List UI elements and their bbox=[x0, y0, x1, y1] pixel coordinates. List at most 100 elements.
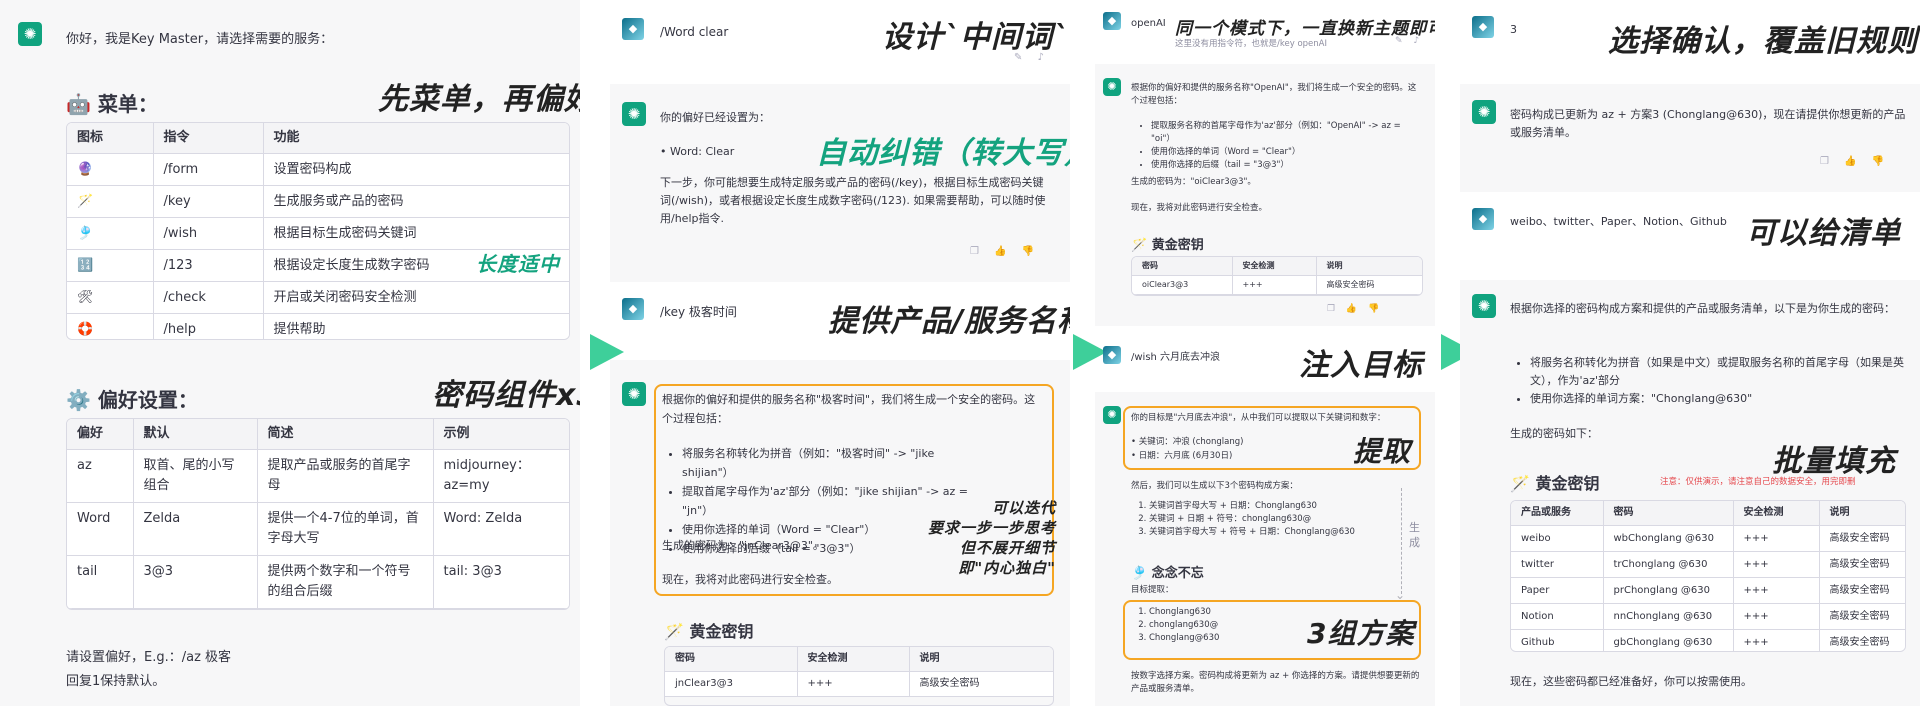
bot-wish-plans-intro: 然后，我们可以生成以下3个密码构成方案： bbox=[1131, 481, 1298, 491]
menu-icon-cell: 🔮 bbox=[67, 153, 154, 186]
menu-command-cell: /form bbox=[153, 153, 264, 186]
wand-icon: 🪄 bbox=[1510, 474, 1530, 493]
chatgpt-logo-icon: ✺ bbox=[1103, 78, 1121, 96]
bot-wish-keyword: • 关键词：冲浪 (chonglang) bbox=[1131, 437, 1244, 447]
gold-col-pass: 密码 bbox=[1603, 501, 1734, 526]
table-row: Notion nnChonglang @630 +++ 高级安全密码 bbox=[1511, 603, 1905, 630]
gold-col-check: 安全检测 bbox=[1232, 257, 1317, 276]
bot2-intro: 根据你的偏好和提供的服务名称"极客时间"，我们将生成一个安全的密码。这个过程包括… bbox=[662, 393, 1036, 425]
bot-batch-steps: 将服务名称转化为拼音（如果是中文）或提取服务名称的首尾字母（如果是英文），作为'… bbox=[1512, 354, 1906, 408]
bot-wish-choose: 按数字选择方案。密码构成将更新为 az + 你选择的方案。请提供想要更新的产品或… bbox=[1131, 671, 1420, 694]
panel-menu: ✺ 你好，我是Key Master，请选择需要的服务： 🤖 菜单： 先菜单，再偏… bbox=[0, 0, 580, 706]
pref-col-desc: 简述 bbox=[257, 419, 434, 450]
gold-col-pass: 密码 bbox=[665, 647, 798, 672]
list-item: Chonglang630 bbox=[1149, 606, 1333, 619]
pref-cell: 提供一个4-7位的单词，首字母大写 bbox=[257, 502, 434, 556]
edit-icon[interactable]: ✎ ♪ bbox=[1014, 52, 1050, 63]
note-no-command: 这里没有用指令符，也就是/key openAI bbox=[1175, 39, 1327, 49]
gold-col-service: 产品或服务 bbox=[1511, 501, 1604, 526]
chatgpt-logo-icon: ✺ bbox=[1472, 294, 1496, 318]
table-row: tail 3@3 提供两个数字和一个符号的组合后缀 tail: 3@3 bbox=[67, 555, 569, 609]
list-item: 提取服务名称的首尾字母作为'az'部分（例如："OpenAI" -> az = … bbox=[1151, 120, 1423, 146]
list-item: 使用你选择的后缀（tail = "3@3"） bbox=[1151, 159, 1423, 172]
gold-title: 黄金密钥 bbox=[689, 622, 754, 641]
caption-list: 可以给清单 bbox=[1746, 216, 1901, 251]
caption-iter-1: 可以迭代 bbox=[991, 499, 1056, 517]
gold-title: 黄金密钥 bbox=[1151, 238, 1204, 253]
user-avatar: ◆ bbox=[1472, 208, 1494, 230]
feedback-icons[interactable]: ❐ 👍 👎 bbox=[1327, 304, 1383, 314]
list-item: 使用你选择的单词方案："Chonglang@630" bbox=[1530, 390, 1906, 408]
memo-title: 念念不忘 bbox=[1151, 566, 1204, 581]
menu-function-cell: 根据目标生成密码关键词 bbox=[263, 217, 569, 250]
bot-openai-intro: 根据你的偏好和提供的服务名称"OpenAI"，我们将生成一个安全的密码。这个过程… bbox=[1131, 83, 1417, 106]
edit-icon[interactable]: ✎ ♪ bbox=[1395, 36, 1423, 46]
gold-cell: 高级安全密码 bbox=[1819, 577, 1905, 604]
gold-cell: 高级安全密码 bbox=[909, 671, 1053, 697]
menu-icon-cell: 🎐 bbox=[67, 217, 154, 250]
keyword-value: 关键词：冲浪 (chonglang) bbox=[1138, 437, 1244, 447]
pref-cell: midjourney：az=my bbox=[433, 449, 569, 503]
table-row: az 取首、尾的小写组合 提取产品或服务的首尾字母 midjourney：az=my bbox=[67, 449, 569, 503]
gold-cell: Notion bbox=[1511, 603, 1604, 630]
user-message-wish: /wish 六月底去冲浪 bbox=[1131, 352, 1221, 363]
bot-openai-steps: 提取服务名称的首尾字母作为'az'部分（例如："OpenAI" -> az = … bbox=[1133, 120, 1423, 172]
gold-cell: +++ bbox=[1733, 525, 1820, 552]
list-item: 将服务名称转化为拼音（如果是中文）或提取服务名称的首尾字母（如果是英文），作为'… bbox=[1530, 354, 1906, 390]
gold-cell: oiClear3@3 bbox=[1132, 275, 1233, 295]
bot1-next: 下一步，你可能想要生成特定服务或产品的密码(/key)，根据目标生成密码关键词(… bbox=[660, 176, 1046, 225]
list-item: 使用你选择的单词（Word = "Clear"） bbox=[1151, 146, 1423, 159]
gold-cell: nnChonglang @630 bbox=[1603, 603, 1734, 630]
gold-heading: 🪄 黄金密钥 bbox=[664, 618, 754, 642]
user-avatar: ◆ bbox=[622, 18, 644, 40]
pref-title: 偏好设置： bbox=[97, 388, 198, 412]
caption-design-word: 设计`中间词` bbox=[882, 20, 1069, 55]
gold-cell: +++ bbox=[1733, 629, 1820, 651]
list-item: Chonglang@630 bbox=[1149, 632, 1333, 645]
wind-chime-icon: 🎐 bbox=[1131, 566, 1148, 581]
pref-col-default: 默认 bbox=[133, 419, 258, 450]
bot-update-msg: 密码构成已更新为 az + 方案3 (Chonglang@630)，现在请提供你… bbox=[1510, 108, 1906, 139]
menu-icon-cell: 🔢 bbox=[67, 249, 154, 282]
caption-three-plans: 3组方案 bbox=[1307, 617, 1415, 650]
gold-col-desc: 说明 bbox=[1819, 501, 1905, 526]
feedback-icons[interactable]: ❐ 👍 👎 bbox=[970, 246, 1040, 257]
gold-table: 密码 安全检测 说明 oiClear3@3 +++ 高级安全密码 bbox=[1131, 256, 1423, 296]
menu-col-function: 功能 bbox=[263, 123, 569, 154]
user-message-2: /key 极客时间 bbox=[660, 305, 737, 319]
menu-command-cell: /help bbox=[153, 313, 264, 339]
pref-col-example: 示例 bbox=[433, 419, 569, 450]
bot-wish-date: • 日期：六月底 (6月30日) bbox=[1131, 451, 1233, 461]
chatgpt-logo-icon: ✺ bbox=[18, 22, 42, 46]
user-message-choice: 3 bbox=[1510, 23, 1517, 36]
caption-iter-4: 即"内心独白" bbox=[958, 559, 1056, 577]
gold-cell: 高级安全密码 bbox=[1316, 275, 1422, 295]
pref-cell: Word bbox=[67, 502, 134, 556]
menu-command-cell: /wish bbox=[153, 217, 264, 250]
menu-function-cell: 生成服务或产品的密码 bbox=[263, 185, 569, 218]
pref-cell: Word: Zelda bbox=[433, 502, 569, 556]
user-avatar: ◆ bbox=[1472, 16, 1494, 38]
table-row: Paper prChonglang @630 +++ 高级安全密码 bbox=[1511, 577, 1905, 604]
feedback-icons[interactable]: ❐ 👍 👎 bbox=[1820, 156, 1890, 167]
wand-icon: 🪄 bbox=[1131, 238, 1148, 253]
gold-cell: +++ bbox=[1733, 551, 1820, 578]
pref-cell: tail: 3@3 bbox=[433, 555, 569, 609]
table-row: Github gbChonglang @630 +++ 高级安全密码 bbox=[1511, 629, 1905, 651]
bot-batch-intro: 根据你选择的密码构成方案和提供的产品或服务清单，以下是为你生成的密码： bbox=[1510, 302, 1895, 315]
gold-cell: weibo bbox=[1511, 525, 1604, 552]
chatgpt-logo-icon: ✺ bbox=[622, 382, 646, 406]
pref-heading: ⚙️ 偏好设置： bbox=[66, 384, 198, 413]
user-message-openai: openAI bbox=[1131, 18, 1166, 29]
gold-table: 密码 安全检测 说明 jnClear3@3 +++ 高级安全密码 bbox=[664, 646, 1054, 706]
caption-iter-2: 要求一步一步思考 bbox=[927, 519, 1056, 537]
user-message-1: /Word clear bbox=[660, 25, 729, 39]
bot-openai-check: 现在，我将对此密码进行安全检查。 bbox=[1131, 203, 1268, 213]
caption-inject-goal: 注入目标 bbox=[1299, 348, 1423, 383]
caption-menu: 先菜单，再偏好 bbox=[378, 82, 580, 117]
bot1-word-value: Word: Clear bbox=[670, 145, 735, 158]
menu-command-cell: /key bbox=[153, 185, 264, 218]
gear-icon: ⚙️ bbox=[66, 388, 91, 412]
gold-cell: 高级安全密码 bbox=[1819, 551, 1905, 578]
menu-function-cell: 开启或关闭密码安全检测 bbox=[263, 281, 569, 314]
